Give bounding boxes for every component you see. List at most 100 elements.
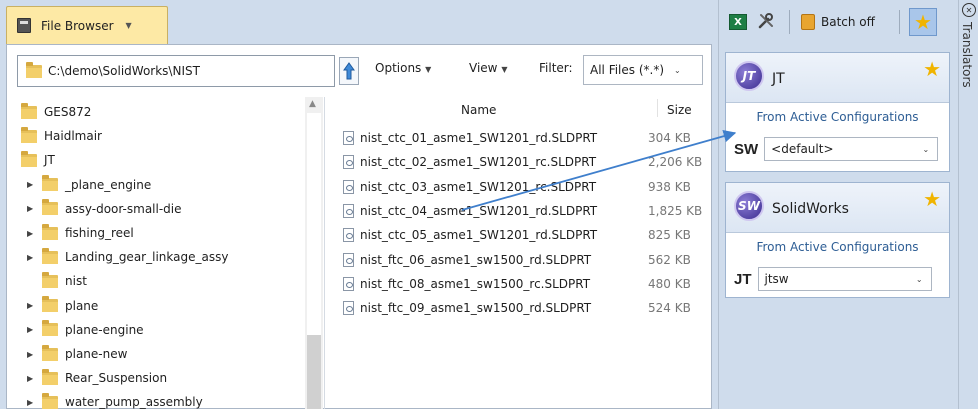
- file-row[interactable]: nist_ctc_03_asme1_SW1201_rc.SLDPRT 938 KB: [343, 176, 713, 198]
- sw-card-subtitle: From Active Configurations: [756, 240, 919, 254]
- expand-arrow-icon[interactable]: ▶: [27, 350, 35, 359]
- tree-item[interactable]: ▶ water_pump_assembly: [27, 391, 203, 409]
- tree-item[interactable]: ▶ Landing_gear_linkage_assy: [27, 246, 228, 268]
- tree-item-label: Rear_Suspension: [65, 371, 168, 386]
- expand-arrow-icon[interactable]: ▶: [27, 398, 35, 407]
- tools-icon[interactable]: [755, 10, 777, 32]
- part-file-icon: [343, 301, 354, 316]
- file-row[interactable]: nist_ctc_05_asme1_SW1201_rd.SLDPRT 825 KB: [343, 224, 713, 246]
- tree-item-label: GES872: [44, 105, 92, 119]
- tree-item-label: nist: [65, 274, 87, 289]
- folder-icon: [42, 271, 58, 288]
- column-header-name[interactable]: Name: [461, 103, 496, 117]
- expand-arrow-icon[interactable]: ▶: [27, 180, 35, 189]
- favorites-star-button[interactable]: ★: [909, 8, 937, 36]
- file-name: nist_ctc_03_asme1_SW1201_rc.SLDPRT: [360, 179, 597, 194]
- tree-item[interactable]: JT: [21, 149, 55, 171]
- tree-item[interactable]: ▶ Rear_Suspension: [27, 367, 167, 389]
- chevron-down-icon[interactable]: ▼: [126, 21, 132, 30]
- star-icon[interactable]: ★: [923, 57, 941, 81]
- jt-translator-card[interactable]: JT JT ★ From Active Configurations SW <d…: [725, 52, 950, 172]
- part-file-icon: [343, 228, 354, 243]
- file-name: nist_ctc_01_asme1_SW1201_rd.SLDPRT: [360, 131, 598, 145]
- chevron-down-icon: ⌄: [922, 144, 930, 154]
- star-icon: ★: [914, 10, 932, 34]
- expand-arrow-icon[interactable]: ▶: [27, 253, 35, 262]
- part-file-icon: [343, 252, 354, 267]
- close-panel-icon[interactable]: ✕: [962, 3, 976, 17]
- part-file-icon: [343, 203, 354, 218]
- options-button[interactable]: Options ▼: [375, 61, 431, 75]
- file-row[interactable]: nist_ctc_02_asme1_SW1201_rc.SLDPRT 2,206 …: [343, 151, 713, 173]
- part-file-icon: [343, 155, 354, 170]
- spreadsheet-icon[interactable]: X: [729, 14, 747, 30]
- tree-item-label: plane-engine: [65, 322, 144, 337]
- file-row[interactable]: nist_ftc_06_asme1_sw1500_rd.SLDPRT 562 KB: [343, 249, 713, 271]
- folder-tree: GES872 Haidlmair JT ▶ _plane_engine ▶ assy-doo…: [7, 97, 325, 409]
- path-input[interactable]: C:\demo\SolidWorks\NIST: [17, 55, 335, 87]
- tree-item[interactable]: ▶ plane-new: [27, 343, 127, 365]
- arrow-up-icon: [343, 62, 355, 80]
- batch-toggle-button[interactable]: Batch off: [801, 10, 875, 34]
- sw-card-config-row: JT jtsw ⌄: [726, 261, 949, 297]
- tree-scrollbar[interactable]: ▲: [305, 97, 323, 409]
- tree-item[interactable]: ▶ _plane_engine: [27, 174, 151, 196]
- sw-config-select[interactable]: jtsw ⌄: [757, 267, 932, 291]
- tab-label: File Browser: [41, 18, 114, 33]
- tree-item-label: Haidlmair: [44, 129, 102, 144]
- file-browser-region: File Browser ▼ C:\demo\SolidWorks\NIST O…: [0, 0, 718, 409]
- file-name: nist_ftc_08_asme1_sw1500_rc.SLDPRT: [360, 276, 591, 291]
- jt-card-header: JT JT ★: [726, 53, 949, 103]
- file-row[interactable]: nist_ctc_01_asme1_SW1201_rd.SLDPRT 304 KB: [343, 127, 713, 149]
- tree-item[interactable]: Haidlmair: [21, 125, 102, 147]
- expand-arrow-icon[interactable]: ▶: [27, 325, 35, 334]
- folder-icon: [42, 175, 58, 192]
- column-divider[interactable]: [657, 99, 658, 117]
- chevron-down-icon: ⌄: [915, 274, 923, 284]
- jt-config-select[interactable]: <default> ⌄: [764, 137, 939, 161]
- expand-arrow-icon[interactable]: ▶: [27, 229, 35, 238]
- tree-item[interactable]: ▶ fishing_reel: [27, 222, 134, 244]
- column-header-size[interactable]: Size: [667, 103, 692, 117]
- jt-card-config-row: SW <default> ⌄: [726, 131, 949, 167]
- expand-arrow-icon[interactable]: ▶: [27, 374, 35, 383]
- tree-item[interactable]: GES872: [21, 101, 91, 123]
- tree-item-label: water_pump_assembly: [65, 395, 203, 409]
- tree-item-label: fishing_reel: [65, 226, 134, 240]
- file-row[interactable]: nist_ctc_04_asme1_SW1201_rd.SLDPRT 1,825 …: [343, 200, 713, 222]
- translators-side-tab[interactable]: ✕ Translators: [958, 0, 978, 409]
- chevron-down-icon: ⌄: [674, 65, 681, 75]
- tree-item[interactable]: ▶ plane: [27, 295, 98, 317]
- batch-label: Batch off: [821, 15, 875, 29]
- wrench-icon: [758, 13, 773, 29]
- tree-item[interactable]: nist: [27, 270, 87, 292]
- file-row[interactable]: nist_ftc_09_asme1_sw1500_rd.SLDPRT 524 KB: [343, 297, 713, 319]
- scrollbar-thumb[interactable]: [307, 113, 321, 335]
- toolbar-separator: [899, 10, 900, 34]
- star-icon[interactable]: ★: [923, 187, 941, 211]
- options-label: Options: [375, 61, 422, 75]
- file-row[interactable]: nist_ftc_08_asme1_sw1500_rc.SLDPRT 480 KB: [343, 273, 713, 295]
- scroll-up-icon[interactable]: ▲: [309, 99, 316, 109]
- up-folder-button[interactable]: [339, 57, 359, 85]
- sw-badge-icon: SW: [734, 191, 764, 221]
- filter-select[interactable]: All Files (*.*) ⌄: [583, 55, 703, 85]
- scrollbar-track[interactable]: [307, 335, 321, 409]
- translators-region: X Batch off ★ JT JT ★ From Active Config…: [718, 0, 958, 409]
- file-browser-panel: C:\demo\SolidWorks\NIST Options ▼ View ▼…: [6, 44, 712, 409]
- expand-arrow-icon[interactable]: ▶: [27, 301, 35, 310]
- file-name: nist_ftc_06_asme1_sw1500_rd.SLDPRT: [360, 252, 592, 267]
- tree-item-label: assy-door-small-die: [65, 201, 182, 216]
- tree-item[interactable]: ▶ plane-engine: [27, 319, 144, 341]
- sw-card-prefix: JT: [734, 270, 752, 288]
- part-file-icon: [343, 179, 354, 194]
- file-size: 562 KB: [648, 252, 691, 267]
- view-button[interactable]: View ▼: [469, 61, 507, 75]
- solidworks-translator-card[interactable]: SW SolidWorks ★ From Active Configuratio…: [725, 182, 950, 298]
- tree-item-label: plane-new: [65, 347, 128, 361]
- sw-card-header: SW SolidWorks ★: [726, 183, 949, 233]
- file-size: 1,825 KB: [648, 203, 703, 218]
- tree-item[interactable]: ▶ assy-door-small-die: [27, 198, 182, 220]
- expand-arrow-icon[interactable]: ▶: [27, 204, 35, 213]
- tab-file-browser[interactable]: File Browser ▼: [6, 6, 168, 44]
